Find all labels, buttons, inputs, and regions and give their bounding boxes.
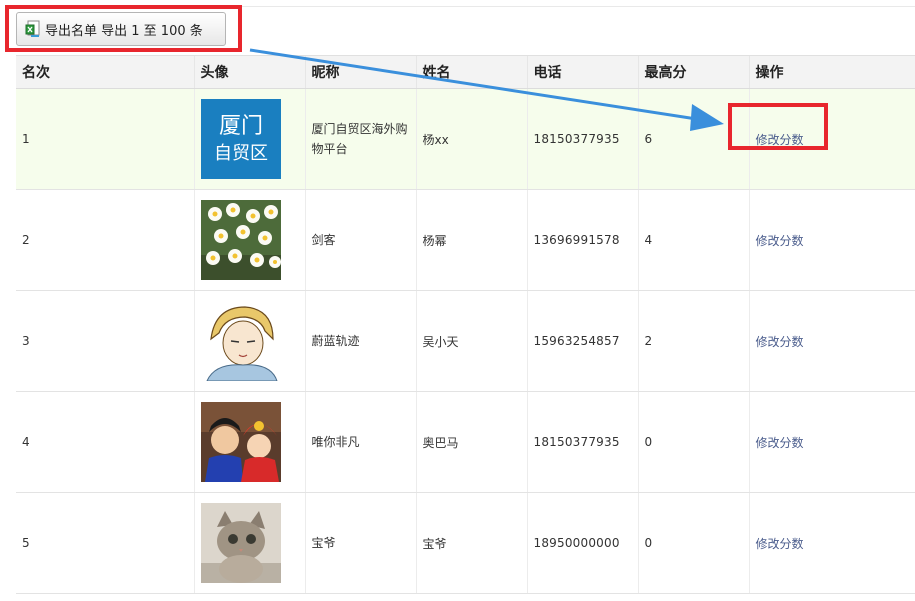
phone-cell: 15963254857 <box>526 290 638 392</box>
nickname-text: 蔚蓝轨迹 <box>311 334 360 348</box>
header-nickname[interactable]: 昵称 <box>304 55 416 89</box>
table-header-row: 名次 头像 昵称 姓名 电话 最高分 操作 <box>16 55 915 89</box>
table-row: 3 蔚蓝轨迹 吴小天 15963254857 2 修改分数 <box>16 290 915 392</box>
edit-score-link[interactable]: 修改分数 <box>756 234 804 248</box>
edit-score-link[interactable]: 修改分数 <box>756 436 804 450</box>
avatar-logo-text-line2: 自贸区 <box>214 143 268 164</box>
header-name[interactable]: 姓名 <box>415 55 527 89</box>
name-cell: 宝爷 <box>415 492 527 594</box>
rank-cell: 3 <box>16 290 194 392</box>
header-avatar[interactable]: 头像 <box>193 55 305 89</box>
table-row: 4 唯你非凡 奥巴马 18150377935 0 修改分数 <box>16 391 915 493</box>
header-action: 操作 <box>748 55 915 89</box>
nickname-cell: 剑客 <box>304 189 416 291</box>
nickname-text: 厦门自贸区海外购物平台 <box>311 122 408 156</box>
action-cell: 修改分数 <box>748 290 915 392</box>
avatar <box>200 503 281 583</box>
nickname-cell: 唯你非凡 <box>304 391 416 493</box>
name-cell: 杨幂 <box>415 189 527 291</box>
nickname-cell: 宝爷 <box>304 492 416 594</box>
rank-cell: 1 <box>16 88 194 190</box>
header-rank[interactable]: 名次 <box>16 55 194 89</box>
export-highlight-box <box>5 5 242 52</box>
edit-score-link[interactable]: 修改分数 <box>756 537 804 551</box>
phone-cell: 13696991578 <box>526 189 638 291</box>
avatar-cell <box>193 391 305 493</box>
edit-score-link[interactable]: 修改分数 <box>756 335 804 349</box>
avatar-logo-text-line1: 厦门 <box>218 114 262 139</box>
action-cell: 修改分数 <box>748 492 915 594</box>
action-cell: 修改分数 <box>748 189 915 291</box>
rank-cell: 2 <box>16 189 194 291</box>
action-cell: 修改分数 <box>748 391 915 493</box>
name-cell: 吴小天 <box>415 290 527 392</box>
avatar-cell: 厦门 自贸区 <box>193 88 305 190</box>
avatar: 厦门 自贸区 <box>200 99 281 179</box>
phone-cell: 18950000000 <box>526 492 638 594</box>
score-cell: 0 <box>637 391 749 493</box>
nickname-cell: 蔚蓝轨迹 <box>304 290 416 392</box>
phone-cell: 18150377935 <box>526 391 638 493</box>
avatar <box>200 301 281 381</box>
name-cell: 奥巴马 <box>415 391 527 493</box>
avatar <box>200 402 281 482</box>
rank-cell: 4 <box>16 391 194 493</box>
score-cell: 2 <box>637 290 749 392</box>
score-cell: 4 <box>637 189 749 291</box>
nickname-text: 唯你非凡 <box>311 435 360 449</box>
table-row: 2 剑客 杨幂 13696991578 4 修改分数 <box>16 189 915 291</box>
avatar-cell <box>193 290 305 392</box>
name-cell: 杨xx <box>415 88 527 190</box>
nickname-text: 宝爷 <box>311 536 336 550</box>
avatar <box>200 200 281 280</box>
edit-score-highlight-box <box>728 103 828 150</box>
score-cell: 0 <box>637 492 749 594</box>
nickname-cell: 厦门自贸区海外购物平台 <box>304 88 416 190</box>
avatar-cell <box>193 492 305 594</box>
header-phone[interactable]: 电话 <box>526 55 638 89</box>
header-high-score[interactable]: 最高分 <box>637 55 749 89</box>
rank-cell: 5 <box>16 492 194 594</box>
table-row: 5 宝爷 宝爷 18950000000 0 修改分数 <box>16 492 915 594</box>
phone-cell: 18150377935 <box>526 88 638 190</box>
nickname-text: 剑客 <box>311 233 336 247</box>
avatar-cell <box>193 189 305 291</box>
